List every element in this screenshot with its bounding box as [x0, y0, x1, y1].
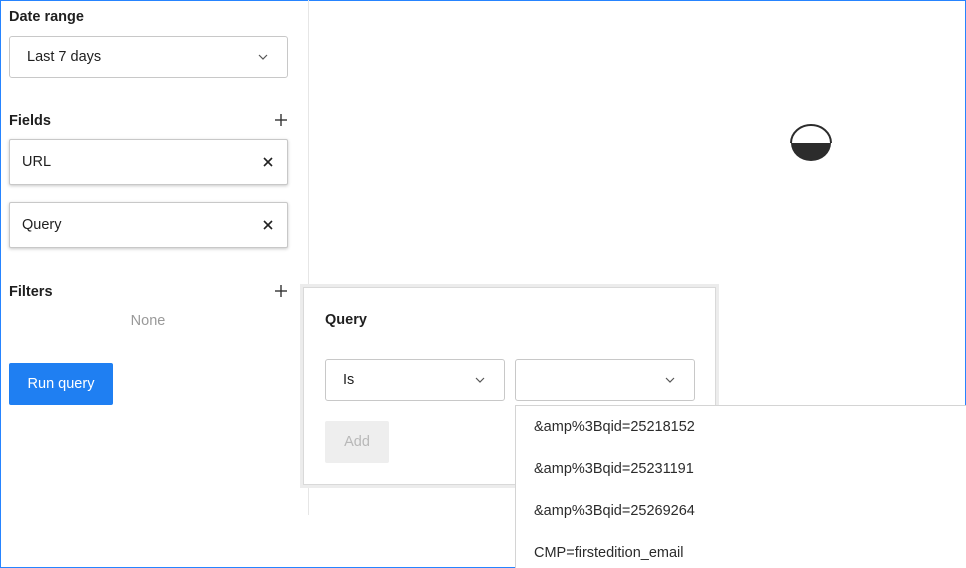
value-select[interactable]	[515, 359, 695, 401]
filters-empty-text: None	[130, 313, 166, 329]
field-label: URL	[22, 154, 52, 170]
date-range-title: Date range	[9, 9, 84, 25]
spinner-icon	[790, 124, 832, 161]
popover-title: Query	[325, 312, 367, 328]
date-range-value: Last 7 days	[27, 49, 102, 65]
query-sidebar: Date range Last 7 days Fields URL Query …	[0, 0, 309, 515]
field-card-url[interactable]: URL	[9, 139, 288, 185]
field-card-query[interactable]: Query	[9, 202, 288, 248]
value-option[interactable]: &amp%3Bqid=25218152	[534, 419, 695, 435]
add-filter-plus-icon[interactable]	[274, 284, 288, 298]
value-option[interactable]: &amp%3Bqid=25231191	[534, 461, 694, 477]
remove-field-close-icon[interactable]	[261, 155, 275, 169]
value-options-menu: &amp%3Bqid=25218152 &amp%3Bqid=25231191 …	[515, 405, 966, 568]
chevron-down-icon	[258, 54, 268, 60]
run-query-button[interactable]: Run query	[9, 363, 113, 405]
add-field-plus-icon[interactable]	[274, 113, 288, 127]
chevron-down-icon	[475, 377, 485, 383]
field-label: Query	[22, 217, 62, 233]
filters-title: Filters	[9, 284, 53, 300]
operator-select[interactable]: Is	[325, 359, 505, 401]
value-option[interactable]: CMP=firstedition_email	[534, 545, 684, 561]
add-filter-button[interactable]: Add	[325, 421, 389, 463]
operator-value: Is	[343, 372, 355, 388]
date-range-select[interactable]: Last 7 days	[9, 36, 288, 78]
fields-title: Fields	[9, 113, 51, 129]
chevron-down-icon	[665, 377, 675, 383]
remove-field-close-icon[interactable]	[261, 218, 275, 232]
value-option[interactable]: &amp%3Bqid=25269264	[534, 503, 695, 519]
